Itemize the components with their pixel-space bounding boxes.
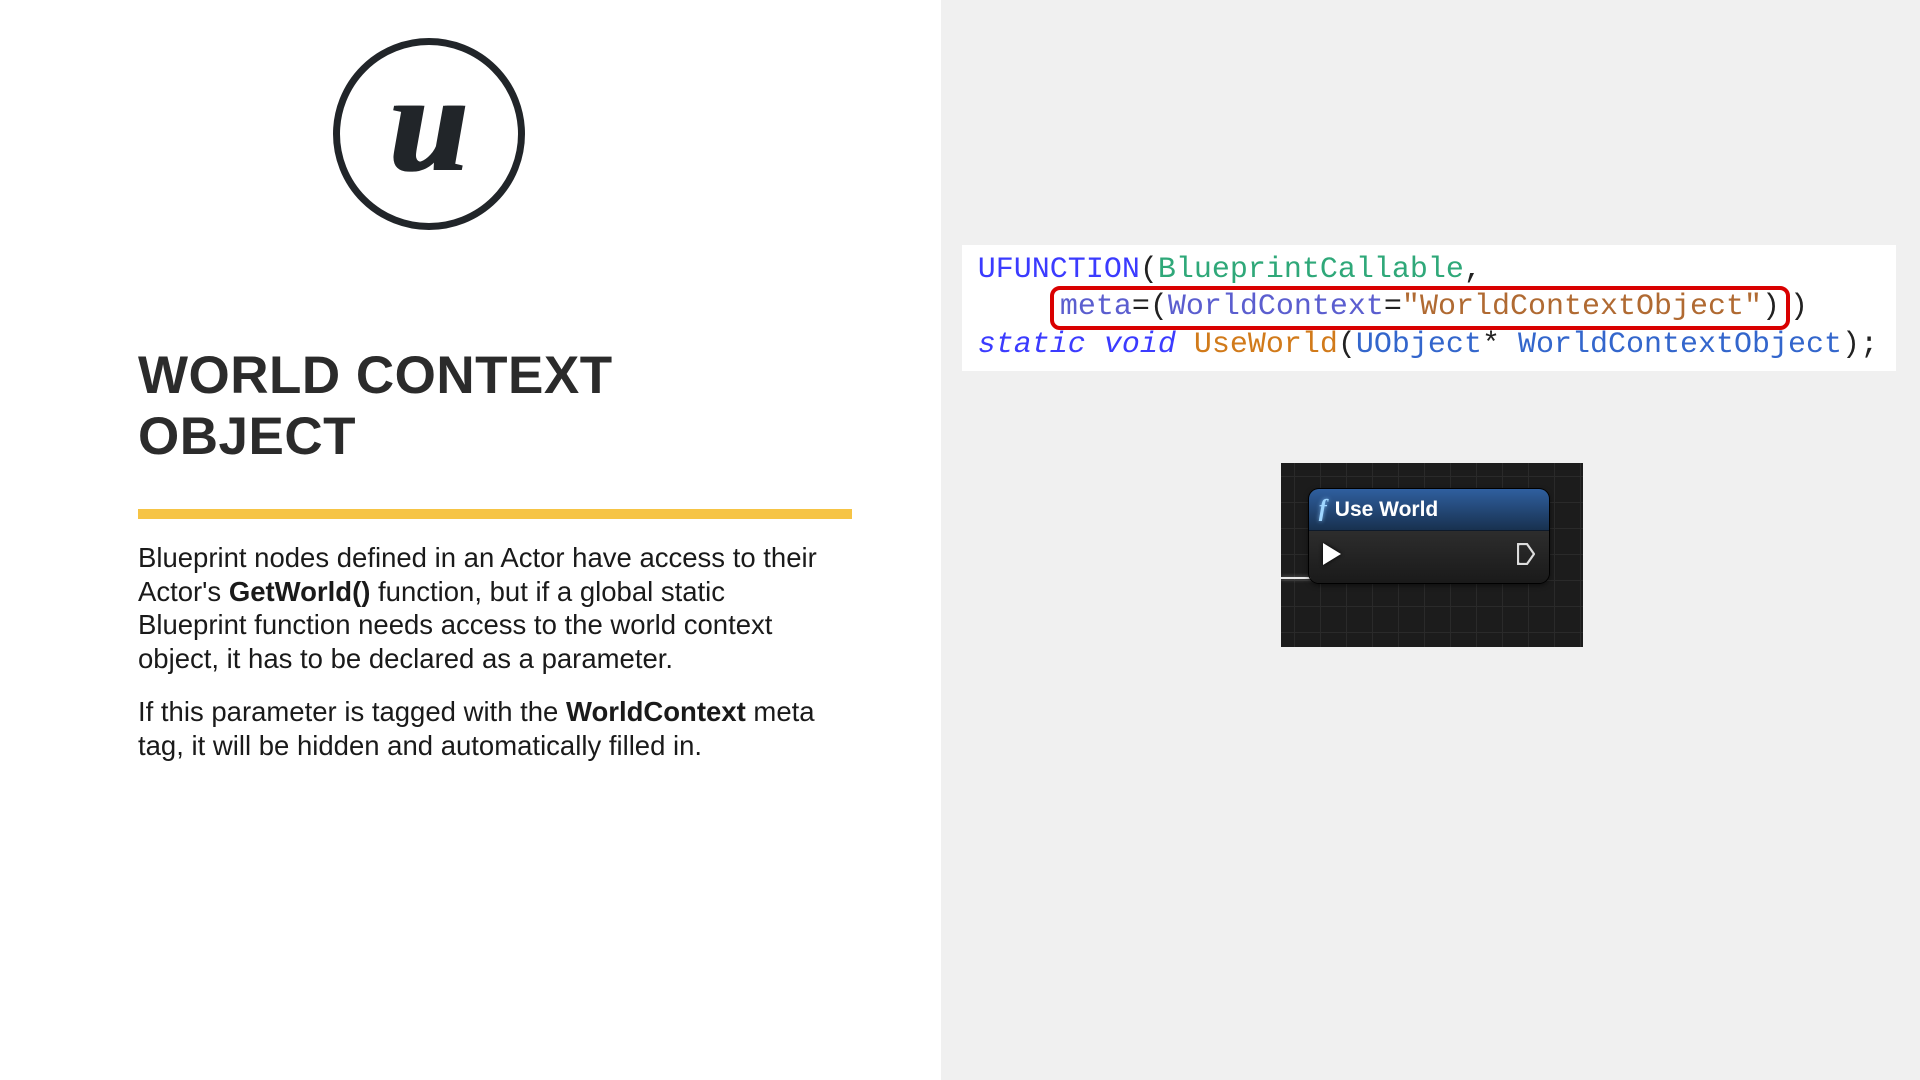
code-token: ) [1842,328,1860,362]
code-block: UFUNCTION(BlueprintCallable, meta=(World… [962,245,1896,371]
code-token: WorldContextObject [1518,328,1842,362]
code-token: " [1402,290,1420,324]
code-token: UFUNCTION [978,253,1140,287]
blueprint-node: f Use World [1309,489,1549,583]
code-token: UseWorld [1194,328,1338,362]
code-token: WorldContextObject [1420,290,1744,324]
code-token: BlueprintCallable [1158,253,1464,287]
code-token [978,290,1050,324]
code-token: " [1744,290,1762,324]
code-token: ( [1150,290,1168,324]
code-token: , [1464,253,1482,287]
code-token: meta [1060,290,1132,324]
body-text: Blueprint nodes defined in an Actor have… [138,541,838,762]
code-token: = [1384,290,1402,324]
code-token: = [1132,290,1150,324]
code-token: ) [1790,290,1808,324]
code-token: ; [1860,328,1878,362]
exec-pin-out-icon [1517,543,1535,565]
body-text-span: If this parameter is tagged with the [138,696,566,727]
code-token: WorldContext [1168,290,1384,324]
code-token: * [1482,328,1500,362]
code-token: ) [1762,290,1780,324]
page-title: WORLD CONTEXT OBJECT [138,345,831,467]
blueprint-graph: f Use World [1281,463,1583,647]
code-token: void [1104,328,1176,362]
blueprint-node-title: Use World [1335,498,1438,522]
title-underline [138,509,852,519]
code-token: static [978,328,1086,362]
exec-pin-in-icon [1323,543,1341,565]
code-token: ( [1140,253,1158,287]
body-strong: WorldContext [566,696,746,727]
function-icon: f [1319,496,1327,523]
body-strong: GetWorld() [229,576,371,607]
unreal-logo: u [333,38,831,230]
code-token: UObject [1356,328,1482,362]
code-token: ( [1338,328,1356,362]
meta-highlight: meta=(WorldContext="WorldContextObject") [1050,286,1790,329]
